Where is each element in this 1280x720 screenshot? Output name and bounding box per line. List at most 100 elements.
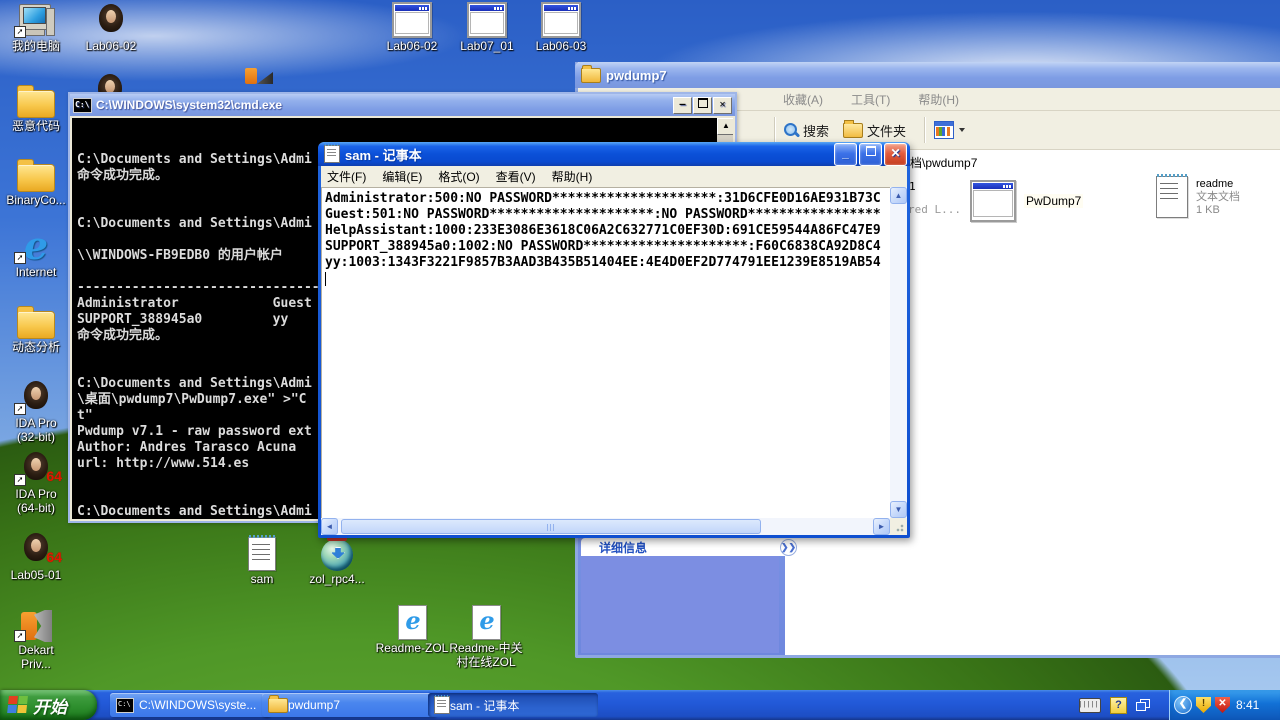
scrollbar-thumb[interactable] (341, 519, 761, 534)
desktop-icon-top-lab06-02[interactable]: Lab06-02 (374, 2, 450, 52)
hash-line: yy:1003:1343F3221F9857B3AAD3B435B51404EE… (325, 255, 881, 270)
details-section-header[interactable]: 详细信息 ❯❯ (581, 538, 801, 556)
toolbar-separator (774, 117, 776, 143)
shortcut-arrow-icon: ➚ (14, 630, 26, 642)
maximize-button[interactable] (859, 142, 882, 166)
folder-icon (17, 159, 55, 192)
desktop-icon-internet[interactable]: e ➚ Internet (0, 227, 74, 278)
notepad-body: 文件(F) 编辑(E) 格式(O) 查看(V) 帮助(H) Administra… (321, 166, 907, 535)
console-line: C:\Documents and Settings\Admi (77, 504, 312, 519)
file-item-pwdump7[interactable]: PwDump7 (970, 180, 1084, 222)
search-button[interactable]: 搜索 (784, 121, 829, 140)
keyboard-icon[interactable] (1079, 697, 1101, 713)
scroll-left-icon[interactable]: ◄ (321, 518, 338, 535)
desktop-icon-lab06-02[interactable]: Lab06-02 (73, 2, 149, 52)
chevron-toggle-icon[interactable]: ❯❯ (780, 538, 797, 556)
console-line: url: http://www.514.es (77, 456, 250, 471)
notepad-window: sam - 记事本 _ ✕ 文件(F) 编辑(E) 格式(O) 查看(V) 帮助… (318, 142, 910, 538)
partial-icon-fragment[interactable] (245, 64, 275, 88)
desktop-icon-malicious-code[interactable]: 恶意代码 (0, 82, 74, 132)
notepad-titlebar[interactable]: sam - 记事本 _ ✕ (318, 142, 910, 166)
security-shield-alert-icon[interactable]: ✕ (1215, 697, 1230, 713)
hide-icons-chevron-icon[interactable]: ❮ (1174, 696, 1192, 714)
taskbar-button-pwdump7[interactable]: pwdump7 (262, 693, 436, 717)
desktop-icon-dynamic-analysis[interactable]: 动态分析 (0, 303, 74, 353)
console-line: C:\Documents and Settings\Admi (77, 376, 312, 391)
horizontal-scrollbar[interactable]: ◄ ► (321, 518, 890, 535)
scroll-down-icon[interactable]: ▼ (890, 501, 907, 518)
menu-file[interactable]: 文件(F) (327, 168, 366, 185)
search-icon (784, 122, 799, 138)
console-line: 命令成功完成。 (77, 168, 169, 183)
menu-help[interactable]: 帮助(H) (552, 168, 593, 185)
menu-tools[interactable]: 工具(T) (851, 91, 890, 108)
start-button[interactable]: 开始 (0, 690, 97, 720)
notepad-menubar: 文件(F) 编辑(E) 格式(O) 查看(V) 帮助(H) (321, 166, 907, 186)
portrait-icon (96, 4, 126, 38)
folder-icon (581, 64, 601, 83)
close-button[interactable]: ✕ (884, 142, 907, 166)
desktop-icon-ida-pro-64[interactable]: ➚ 64 IDA Pro (64-bit) (0, 450, 74, 514)
desktop-icon-binaryco[interactable]: BinaryCo... (0, 156, 74, 206)
desktop-icon-lab05-01[interactable]: 64 Lab05-01 (0, 531, 74, 581)
explorer-titlebar[interactable]: pwdump7 (575, 62, 1280, 88)
desktop-icon-sam[interactable]: sam (224, 535, 300, 585)
taskbar-button-sam-notepad[interactable]: sam - 记事本 (428, 693, 598, 717)
desktop-icon-top-lab07-01[interactable]: Lab07_01 (449, 2, 525, 52)
console-line: Administrator Guest (77, 296, 312, 311)
desktop-icon-ida-pro-32[interactable]: ➚ IDA Pro (32-bit) (0, 379, 74, 443)
menu-view[interactable]: 查看(V) (496, 168, 536, 185)
64-badge: 64 (46, 549, 62, 565)
console-line: C:\Documents and Settings\Admi (77, 152, 312, 167)
text-cursor (325, 272, 326, 286)
notepad-icon (434, 695, 450, 714)
menu-favorites[interactable]: 收藏(A) (783, 91, 823, 108)
desktop-icon-readme-zgc[interactable]: e Readme-中关 村在线ZOL (448, 604, 524, 668)
console-line: C:\Documents and Settings\Admi (77, 216, 312, 231)
file-item-readme[interactable]: readme 文本文档 1 KB (1156, 174, 1240, 218)
html-file-icon: e (471, 605, 501, 640)
text-file-icon (248, 535, 276, 571)
hash-line: Guest:501:NO PASSWORD*******************… (325, 207, 881, 222)
console-line: Pwdump v7.1 - raw password ext (77, 424, 312, 439)
scroll-up-icon[interactable]: ▲ (717, 118, 733, 135)
close-button[interactable]: ✕ (713, 96, 732, 114)
taskbar: 开始 C:\ C:\WINDOWS\syste... pwdump7 sam -… (0, 690, 1280, 720)
toolbar-separator (924, 117, 927, 143)
menu-format[interactable]: 格式(O) (438, 168, 479, 185)
restore-windows-icon[interactable] (1136, 699, 1150, 711)
security-shield-warning-icon[interactable]: ! (1196, 697, 1211, 713)
cmd-title: C:\WINDOWS\system32\cmd.exe (96, 98, 283, 112)
app-window-icon (467, 2, 507, 38)
cmd-titlebar[interactable]: C:\ C:\WINDOWS\system32\cmd.exe – ✕ (70, 94, 735, 116)
cmd-icon: C:\ (73, 97, 92, 113)
menu-edit[interactable]: 编辑(E) (382, 168, 422, 185)
taskbar-button-cmd[interactable]: C:\ C:\WINDOWS\syste... (110, 693, 270, 717)
menu-help[interactable]: 帮助(H) (918, 91, 959, 108)
desktop-icon-dekart[interactable]: ➚ Dekart Priv... (0, 606, 74, 670)
hash-line: HelpAssistant:1000:233E3086E3618C06A2C63… (325, 223, 881, 238)
folder-icon (17, 306, 55, 339)
desktop-icon-readme-zol[interactable]: e Readme-ZOL (374, 604, 450, 654)
shortcut-arrow-icon: ➚ (14, 403, 26, 415)
minimize-button[interactable]: – (673, 96, 692, 114)
vertical-scrollbar[interactable]: ▲ ▼ (890, 187, 907, 518)
desktop-icon-zol-rpc4[interactable]: zol_rpc4... (299, 533, 375, 585)
xp-desktop-screen: { "desktop": { "icons": { "my_computer":… (0, 0, 1280, 720)
desktop-icon-top-lab06-03[interactable]: Lab06-03 (523, 2, 599, 52)
help-badge-icon[interactable]: ? (1110, 696, 1127, 714)
desktop-icon-my-computer[interactable]: ➚ 我的电脑 (0, 2, 74, 52)
shortcut-arrow-icon: ➚ (14, 474, 26, 486)
hash-line: SUPPORT_388945a0:1002:NO PASSWORD*******… (325, 239, 881, 254)
folders-button[interactable]: 文件夹 (843, 119, 906, 140)
notepad-text-area[interactable]: Administrator:500:NO PASSWORD***********… (321, 187, 890, 518)
scroll-right-icon[interactable]: ► (873, 518, 890, 535)
scroll-up-icon[interactable]: ▲ (890, 187, 907, 204)
content-text-fragment: red L... (908, 203, 961, 216)
views-button[interactable] (934, 121, 966, 139)
cmd-icon: C:\ (116, 697, 134, 713)
notepad-icon (324, 144, 340, 163)
minimize-button[interactable]: _ (834, 142, 857, 166)
maximize-button[interactable] (693, 96, 712, 114)
resize-grip[interactable] (890, 518, 907, 535)
